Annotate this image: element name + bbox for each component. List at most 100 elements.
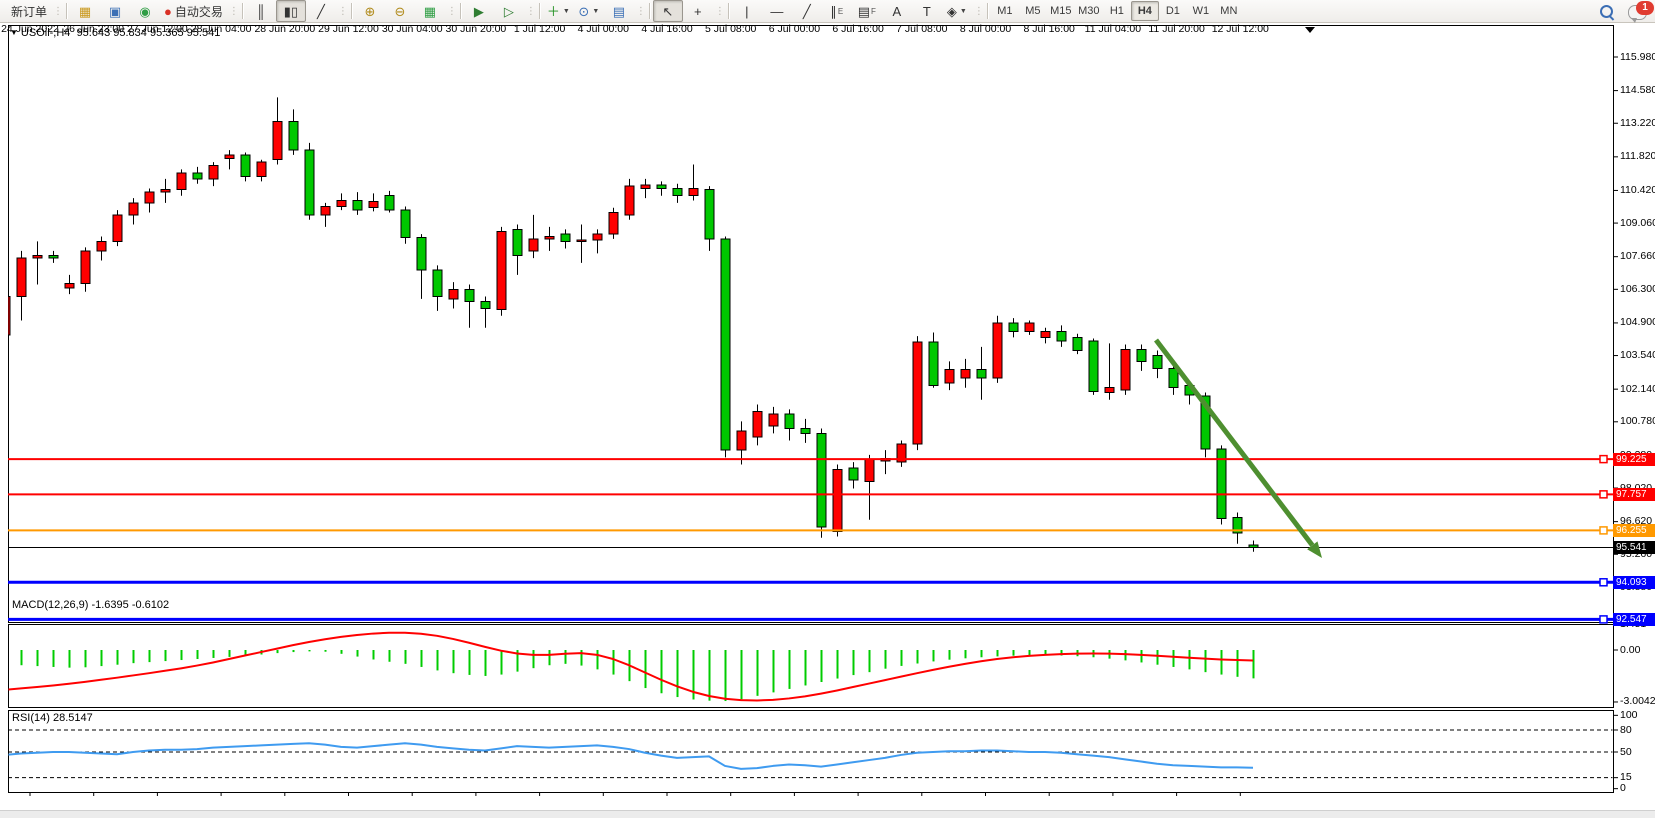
toolbar-separator: ⋮ [974,6,982,17]
new-order-button[interactable]: 新订单 [4,0,51,22]
chart-canvas[interactable] [0,23,1655,810]
candle-body [545,237,554,239]
chart-shift-icon[interactable]: ▷ [494,0,524,22]
candle-body [609,213,618,235]
line-chart-icon[interactable]: ╱ [306,0,336,22]
rsi-layer [5,730,1613,778]
dropdown-arrow-icon[interactable]: ▼ [592,8,599,15]
text-label-icon[interactable]: T [912,0,942,22]
candle-body [305,150,314,215]
timeframe-mn[interactable]: MN [1215,1,1243,21]
timeframe-h4[interactable]: H4 [1131,1,1159,21]
crosshair-icon[interactable]: + [683,0,713,22]
date-label: 11 Jul 20:00 [1148,23,1204,35]
candle-body [177,173,186,190]
candle-body [273,121,282,159]
price-tick-label: 104.900 [1620,316,1655,328]
zoom-in-icon: ⊕ [364,5,375,18]
candle-body [321,207,330,215]
price-line-handle[interactable] [1600,491,1607,498]
fibonacci-icon[interactable]: ▤F [852,0,882,22]
timeframe-m30[interactable]: M30 [1075,1,1103,21]
date-label: 5 Jul 08:00 [705,23,756,35]
rsi-line [5,743,1253,769]
arrows-shapes-icon[interactable]: ◈▼ [942,0,972,22]
timeframe-m1[interactable]: M1 [991,1,1019,21]
price-tick-label: 103.540 [1620,349,1655,361]
arrows-shapes-icon: ◈ [947,5,957,18]
auto-trading-button[interactable]: ●自动交易 [160,0,227,22]
text-icon[interactable]: A [882,0,912,22]
macd-layer [5,633,1254,701]
price-line-handle[interactable] [1600,579,1607,586]
candle-body [1,297,10,335]
new-chart-icon[interactable]: ＋▼ [543,0,574,22]
market-watch-icon[interactable]: ▦ [70,0,100,22]
price-tick-label: 102.140 [1620,383,1655,395]
candle-body [625,186,634,215]
period-clock-icon[interactable]: ⊙▼ [574,0,604,22]
dropdown-arrow-icon[interactable]: ▼ [960,8,967,15]
toolbar-divider [649,3,650,19]
price-tick-label: 106.300 [1620,283,1655,295]
date-label: 1 Jul 12:00 [514,23,565,35]
vertical-line-icon[interactable]: | [732,0,762,22]
candle-body [193,173,202,179]
price-tick-label: 114.580 [1620,84,1655,96]
candle-body [769,414,778,426]
candle-body [705,190,714,239]
price-line-handle[interactable] [1600,616,1607,623]
chart-template-icon[interactable]: ▤ [604,0,634,22]
trend-arrow-line[interactable] [1156,340,1312,545]
price-line-label: 95.541 [1613,541,1655,554]
cursor-icon[interactable]: ↖ [653,0,683,22]
date-label: 4 Jul 16:00 [641,23,692,35]
horizontal-line-icon: — [770,5,783,18]
line-chart-icon: ╱ [317,5,325,18]
date-label: 8 Jul 16:00 [1024,23,1075,35]
notifications-chat-icon[interactable]: 1 [1628,5,1647,20]
toolbar-divider [66,3,67,19]
candlestick-chart-icon[interactable]: ▮▯ [276,0,306,22]
chart-window[interactable]: ▼USOil-,H4 95.643 95.834 95.365 95.541 M… [0,23,1655,810]
fibonacci-icon: ▤ [858,5,870,18]
text-icon: A [893,5,902,18]
zoom-in-icon[interactable]: ⊕ [355,0,385,22]
timeframe-d1[interactable]: D1 [1159,1,1187,21]
timeframe-h1[interactable]: H1 [1103,1,1131,21]
price-line-label: 92.547 [1613,613,1655,626]
zoom-out-icon[interactable]: ⊖ [385,0,415,22]
horizontal-line-icon[interactable]: — [762,0,792,22]
bar-chart-icon: ║ [256,5,265,18]
icon-sub-letter: F [871,7,876,16]
toolbar-separator: ⋮ [447,6,455,17]
candle-body [577,240,586,241]
auto-scroll-icon: ▶ [474,5,484,18]
chart-shift-icon: ▷ [504,5,514,18]
timeframe-m5[interactable]: M5 [1019,1,1047,21]
candle-body [753,412,762,437]
chart-shift-marker-icon[interactable] [1305,27,1315,33]
price-line-handle[interactable] [1600,527,1607,534]
timeframe-m15[interactable]: M15 [1047,1,1075,21]
candle-body [401,210,410,238]
signals-icon[interactable]: ◉ [130,0,160,22]
terminal-icon[interactable]: ▣ [100,0,130,22]
search-icon[interactable] [1600,5,1614,19]
new-chart-icon: ＋ [547,5,560,18]
candle-body [209,166,218,179]
auto-scroll-icon[interactable]: ▶ [464,0,494,22]
equidistant-channel-icon[interactable]: ∥E [822,0,852,22]
candle-body [929,342,938,385]
candle-body [353,201,362,211]
candle-body [1169,369,1178,388]
tile-windows-icon[interactable]: ▦ [415,0,445,22]
price-tick-label: 107.660 [1620,250,1655,262]
zoom-out-icon: ⊖ [394,5,405,18]
trendline-icon[interactable]: ╱ [792,0,822,22]
timeframe-w1[interactable]: W1 [1187,1,1215,21]
price-line-handle[interactable] [1600,456,1607,463]
dropdown-arrow-icon[interactable]: ▼ [563,8,570,15]
candle-body [17,258,26,296]
bar-chart-icon[interactable]: ║ [246,0,276,22]
